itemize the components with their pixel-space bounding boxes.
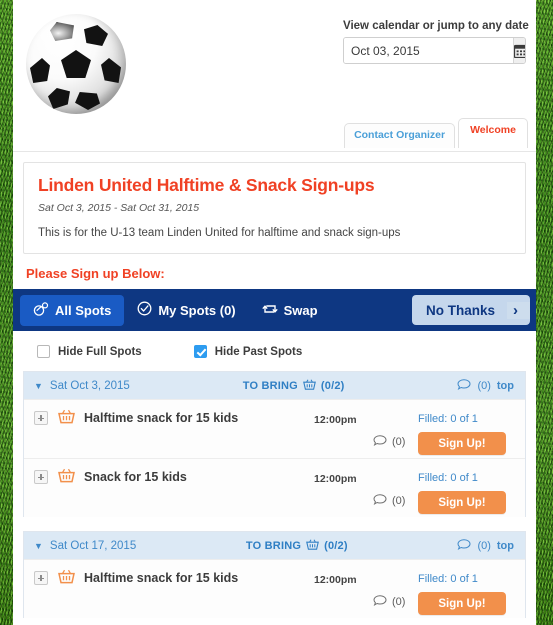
date-group-right: (0) top <box>457 378 514 393</box>
date-group: ▼ Sat Oct 3, 2015 TO BRING (0/2) (0) top… <box>23 371 526 517</box>
slot-filled-status: Filled: 0 of 1 <box>418 573 478 585</box>
date-jump-widget: View calendar or jump to any date <box>343 20 529 64</box>
comment-bubble-icon <box>373 494 387 508</box>
hide-past-spots-label: Hide Past Spots <box>214 345 303 358</box>
expand-icon[interactable] <box>34 470 48 484</box>
date-group-category: TO BRING (0/2) <box>136 539 457 553</box>
calendar-icon[interactable] <box>513 38 525 63</box>
tab-welcome[interactable]: Welcome <box>458 118 528 148</box>
page-container: View calendar or jump to any date Oct 03… <box>13 0 536 625</box>
slot-row: Snack for 15 kids 12:00pm Filled: 0 of 1… <box>24 458 525 517</box>
tab-my-spots[interactable]: My Spots (0) <box>124 294 248 326</box>
signup-info-card: Linden United Halftime & Snack Sign-ups … <box>23 162 526 254</box>
basket-icon <box>306 539 319 553</box>
header-divider <box>13 151 536 152</box>
page-header: View calendar or jump to any date Oct 03… <box>13 0 536 152</box>
slot-title: Snack for 15 kids <box>84 470 187 484</box>
date-jump-label: View calendar or jump to any date <box>343 20 529 32</box>
all-spots-icon <box>33 301 49 319</box>
sign-up-button[interactable]: Sign Up! <box>418 432 506 455</box>
slot-comment-count: (0) <box>392 596 406 608</box>
slot-filled-status: Filled: 0 of 1 <box>418 413 478 425</box>
date-group-category-count: (0/2) <box>324 539 348 552</box>
comment-bubble-icon <box>373 595 387 609</box>
slot-title: Halftime snack for 15 kids <box>84 411 239 425</box>
slot-title: Halftime snack for 15 kids <box>84 571 239 585</box>
basket-icon <box>58 468 75 486</box>
slot-comments[interactable]: (0) <box>373 435 405 449</box>
date-field-group <box>343 37 526 64</box>
date-group-date: Sat Oct 17, 2015 <box>49 539 137 552</box>
filter-row: Hide Full Spots Hide Past Spots <box>13 331 536 371</box>
date-group-comment-count: (0) <box>477 539 491 552</box>
slot-row: Halftime snack for 15 kids 12:00pm Fille… <box>24 399 525 458</box>
basket-icon <box>58 569 75 587</box>
tab-my-spots-label: My Spots (0) <box>158 302 236 318</box>
caret-down-icon[interactable]: ▼ <box>34 381 43 391</box>
sign-up-button[interactable]: Sign Up! <box>418 592 506 615</box>
signup-navbar: All Spots My Spots (0) Swap No Thanks › <box>13 289 536 331</box>
tab-swap[interactable]: Swap <box>249 295 331 326</box>
date-group-header[interactable]: ▼ Sat Oct 3, 2015 TO BRING (0/2) (0) top <box>24 372 525 399</box>
check-circle-icon <box>137 301 152 319</box>
slot-comment-count: (0) <box>392 495 406 507</box>
signup-description: This is for the U-13 team Linden United … <box>38 227 401 239</box>
slot-time: 12:00pm <box>314 414 357 426</box>
sign-up-button[interactable]: Sign Up! <box>418 491 506 514</box>
slot-filled-status: Filled: 0 of 1 <box>418 472 478 484</box>
top-link[interactable]: top <box>497 380 514 392</box>
comment-bubble-icon <box>373 435 387 449</box>
date-input[interactable] <box>344 38 513 63</box>
signup-list: ▼ Sat Oct 3, 2015 TO BRING (0/2) (0) top… <box>23 371 526 618</box>
basket-icon <box>58 409 75 427</box>
slot-time: 12:00pm <box>314 473 357 485</box>
date-group-date: Sat Oct 3, 2015 <box>49 379 130 392</box>
date-group-category: TO BRING (0/2) <box>130 379 458 393</box>
hide-full-spots-filter[interactable]: Hide Full Spots <box>37 345 142 358</box>
hide-past-spots-checkbox[interactable] <box>193 345 207 358</box>
slot-comments[interactable]: (0) <box>373 494 405 508</box>
date-group-comment-count: (0) <box>477 379 491 392</box>
no-thanks-label: No Thanks <box>425 302 495 318</box>
date-group-right: (0) top <box>457 538 514 553</box>
expand-icon[interactable] <box>34 411 48 425</box>
caret-down-icon[interactable]: ▼ <box>34 541 43 551</box>
tab-all-spots[interactable]: All Spots <box>20 294 125 326</box>
date-group-category-count: (0/2) <box>320 379 345 392</box>
hide-full-spots-label: Hide Full Spots <box>58 345 142 358</box>
swap-icon <box>262 302 278 319</box>
page-title: Linden United Halftime & Snack Sign-ups <box>38 175 375 195</box>
tab-swap-label: Swap <box>283 302 318 318</box>
basket-icon <box>303 379 316 393</box>
slot-row: Halftime snack for 15 kids 12:00pm Fille… <box>24 559 525 618</box>
comment-bubble-icon <box>457 538 471 553</box>
date-group-category-label: TO BRING <box>245 539 302 552</box>
date-group-category-label: TO BRING <box>242 379 298 392</box>
soccer-ball-logo <box>26 14 126 114</box>
comment-bubble-icon <box>457 378 471 393</box>
top-tab-bar: Contact Organizer Welcome <box>344 118 528 148</box>
tab-contact-organizer[interactable]: Contact Organizer <box>344 123 456 148</box>
date-group: ▼ Sat Oct 17, 2015 TO BRING (0/2) (0) to… <box>23 531 526 618</box>
tab-all-spots-label: All Spots <box>55 302 112 318</box>
signup-date-range: Sat Oct 3, 2015 - Sat Oct 31, 2015 <box>38 202 200 214</box>
hide-past-spots-filter[interactable]: Hide Past Spots <box>193 345 303 358</box>
please-signup-heading: Please Sign up Below: <box>26 266 165 281</box>
top-link[interactable]: top <box>497 540 514 552</box>
chevron-right-icon: › <box>507 301 530 319</box>
slot-comments[interactable]: (0) <box>373 595 405 609</box>
hide-full-spots-checkbox[interactable] <box>37 345 50 358</box>
expand-icon[interactable] <box>34 571 48 585</box>
slot-comment-count: (0) <box>392 436 406 448</box>
date-group-header[interactable]: ▼ Sat Oct 17, 2015 TO BRING (0/2) (0) to… <box>24 532 525 559</box>
slot-time: 12:00pm <box>314 574 357 586</box>
no-thanks-button[interactable]: No Thanks › <box>411 295 530 325</box>
